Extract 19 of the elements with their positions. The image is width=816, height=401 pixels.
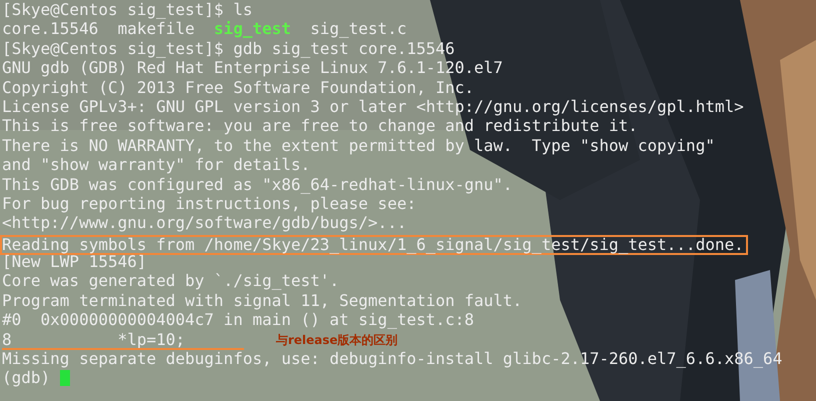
executable-name: sig_test	[214, 21, 291, 38]
terminal-line: This GDB was configured as "x86_64-redhat-linux-gnu".	[2, 176, 513, 193]
terminal-line: <http://www.gnu.org/software/gdb/bugs/>...	[2, 215, 407, 232]
terminal-text: core.15546 makefile	[2, 21, 196, 38]
terminal-line: #0 0x00000000004004c7 in main () at sig_test.c:8	[2, 312, 474, 328]
terminal-line: Copyright (C) 2013 Free Software Foundation, Inc.	[2, 80, 474, 96]
gdb-prompt: (gdb)	[2, 370, 52, 386]
terminal-line: Program terminated with signal 11, Segmentation fault.	[2, 292, 522, 309]
terminal-line: and "show warranty" for details.	[2, 157, 310, 174]
terminal-line: [New LWP 15546]	[2, 254, 146, 270]
terminal-line: There is NO WARRANTY, to the extent permitted by law. Type "show copying"	[2, 138, 715, 154]
terminal-line: Core was generated by `./sig_test'.	[2, 273, 340, 290]
annotation-note: 与release版本的区别	[276, 332, 398, 347]
terminal-line: 8 *lp=10;	[2, 332, 186, 348]
terminal-line: [Skye@Centos sig_test]$ ls	[2, 2, 252, 18]
terminal-line: License GPLv3+: GNU GPL version 3 or later <http://gnu.org/licenses/gpl.html>	[2, 98, 744, 115]
cursor	[60, 370, 70, 386]
terminal-text: sig_test.c	[309, 21, 407, 38]
terminal-line: For bug reporting instructions, please see:	[2, 196, 416, 212]
